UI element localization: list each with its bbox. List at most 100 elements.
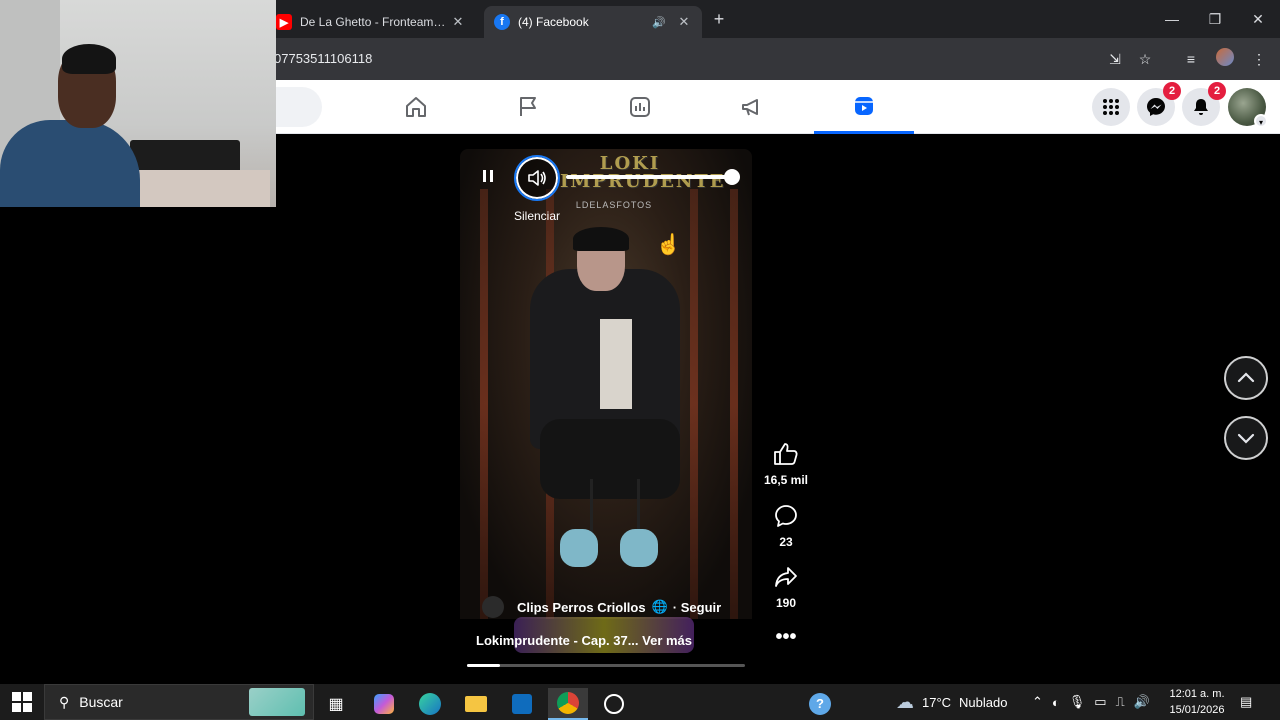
comment-icon bbox=[775, 505, 797, 527]
taskbar-search[interactable]: ⚲ Buscar bbox=[44, 684, 314, 720]
channel-avatar[interactable] bbox=[482, 596, 504, 618]
messenger-icon bbox=[1147, 98, 1165, 116]
chevron-up-icon bbox=[1237, 372, 1255, 383]
person-cap bbox=[573, 227, 629, 251]
webcam-person-body bbox=[0, 120, 140, 207]
recorder-icon[interactable] bbox=[594, 688, 634, 720]
notification-icon: ▤ bbox=[1240, 694, 1253, 709]
nav-pages[interactable] bbox=[478, 80, 578, 134]
dot-separator: · bbox=[672, 599, 681, 615]
facebook-icon: f bbox=[494, 14, 510, 30]
address-bar-url[interactable]: 07753511106118 bbox=[274, 51, 372, 66]
outlook-icon[interactable] bbox=[502, 688, 542, 720]
install-app-icon[interactable]: ⇲ bbox=[1104, 48, 1126, 70]
volume-icon[interactable]: 🔊 bbox=[1134, 694, 1150, 710]
pages-flag-icon bbox=[520, 97, 536, 116]
curtain-stripe bbox=[690, 189, 698, 619]
share-icon bbox=[775, 567, 797, 587]
video-progress-fill bbox=[467, 664, 501, 667]
menu-button[interactable] bbox=[1092, 88, 1130, 126]
search-icon: ⚲ bbox=[59, 693, 70, 710]
curtain-stripe bbox=[730, 189, 738, 619]
reel-caption[interactable]: Lokimprudente - Cap. 37... Ver más bbox=[476, 633, 692, 648]
messenger-button[interactable]: 2 bbox=[1137, 82, 1181, 126]
taskbar-search-label: Buscar bbox=[79, 694, 123, 710]
search-highlight-icon bbox=[249, 688, 305, 716]
next-reel-button[interactable] bbox=[1224, 416, 1268, 460]
more-dots-icon: ••• bbox=[775, 626, 797, 648]
tab-facebook[interactable]: f (4) Facebook 🔊 ✕ bbox=[484, 6, 702, 38]
nav-ads[interactable] bbox=[702, 80, 802, 134]
profile-avatar-icon[interactable] bbox=[1214, 48, 1236, 70]
browser-menu-icon[interactable]: ⋮ bbox=[1248, 48, 1270, 70]
reel-video[interactable]: LOKI IMPRUDENTE LDELASFOTOS Silenciar Cl… bbox=[460, 149, 752, 669]
taskbar-clock[interactable]: 12:01 a. m. 15/01/2026 bbox=[1160, 686, 1234, 718]
pause-icon bbox=[483, 170, 493, 182]
comments-count: 23 bbox=[779, 535, 793, 549]
globe-icon: 🌐 bbox=[651, 599, 668, 614]
tab-youtube[interactable]: ▶ De La Ghetto - Fronteamos Por ✕ bbox=[266, 6, 476, 38]
comment-action[interactable]: 23 bbox=[760, 504, 812, 549]
new-tab-button[interactable]: + bbox=[708, 8, 730, 30]
person-shirt bbox=[600, 319, 632, 409]
nav-reels[interactable] bbox=[814, 80, 914, 134]
chevron-down-icon: ▾ bbox=[1254, 114, 1268, 128]
thumbs-up-icon bbox=[774, 443, 798, 465]
pause-button[interactable] bbox=[478, 169, 498, 185]
webcam-blanket bbox=[120, 170, 270, 207]
likes-count: 16,5 mil bbox=[763, 473, 809, 487]
megaphone-icon bbox=[742, 99, 758, 116]
copilot-icon[interactable] bbox=[364, 688, 404, 720]
previous-reel-button[interactable] bbox=[1224, 356, 1268, 400]
tab-title: (4) Facebook bbox=[518, 15, 589, 29]
hand-cursor-icon: ☝ bbox=[656, 234, 681, 256]
speaker-icon bbox=[528, 170, 546, 186]
bell-icon bbox=[1194, 99, 1208, 115]
volume-button[interactable] bbox=[514, 155, 560, 201]
bookmark-star-icon[interactable]: ☆ bbox=[1134, 48, 1156, 70]
more-options-button[interactable]: ••• bbox=[760, 626, 812, 649]
like-action[interactable]: 16,5 mil bbox=[760, 442, 812, 487]
network-icon[interactable]: ⎍ bbox=[1116, 694, 1125, 710]
messenger-badge: 2 bbox=[1163, 82, 1181, 100]
reel-scene bbox=[460, 149, 752, 619]
video-progress-bar[interactable] bbox=[467, 664, 745, 667]
microphone-icon[interactable]: 🎙 bbox=[1069, 694, 1086, 710]
volume-slider[interactable] bbox=[566, 175, 736, 179]
close-window-button[interactable]: ✕ bbox=[1246, 8, 1270, 30]
weather-widget[interactable]: ☁ 17°C Nublado bbox=[896, 684, 1007, 720]
dashboard-icon bbox=[630, 97, 650, 117]
tab-title: De La Ghetto - Fronteamos Por bbox=[300, 15, 450, 29]
clock-date: 15/01/2026 bbox=[1169, 704, 1225, 716]
nav-dashboard[interactable] bbox=[590, 80, 690, 134]
account-avatar[interactable]: ▾ bbox=[1228, 88, 1268, 128]
speaker-icon[interactable]: 🔊 bbox=[652, 16, 666, 29]
follow-link[interactable]: Seguir bbox=[681, 600, 721, 615]
minimize-button[interactable]: — bbox=[1160, 8, 1184, 30]
close-tab-icon[interactable]: ✕ bbox=[450, 14, 466, 30]
notifications-button[interactable]: 2 bbox=[1182, 82, 1226, 126]
notifications-center[interactable]: ▤ bbox=[1240, 684, 1252, 720]
volume-slider-knob[interactable] bbox=[724, 169, 740, 185]
person-shoe bbox=[620, 529, 658, 567]
task-view-icon[interactable]: ▦ bbox=[316, 688, 356, 720]
file-explorer-icon[interactable] bbox=[456, 688, 496, 720]
help-icon[interactable]: ? bbox=[800, 688, 840, 720]
display-icon[interactable]: ▭ bbox=[1094, 694, 1106, 710]
channel-name[interactable]: Clips Perros Criollos bbox=[517, 600, 646, 615]
share-action[interactable]: 190 bbox=[760, 565, 812, 610]
reels-icon bbox=[855, 96, 873, 115]
webcam-overlay bbox=[0, 0, 276, 207]
watermark-sub: LDELASFOTOS bbox=[575, 200, 653, 210]
close-tab-icon[interactable]: ✕ bbox=[676, 14, 692, 30]
chevron-up-icon[interactable]: ⌃ bbox=[1032, 694, 1043, 710]
chrome-tray-icon[interactable]: ◐ bbox=[1052, 695, 1060, 710]
person-shoe bbox=[560, 529, 598, 567]
edge-icon[interactable] bbox=[410, 688, 450, 720]
windows-start-icon[interactable] bbox=[12, 692, 32, 712]
nav-home[interactable] bbox=[366, 80, 466, 134]
media-control-icon[interactable]: ≡ bbox=[1180, 48, 1202, 70]
chrome-icon[interactable] bbox=[548, 688, 588, 720]
shares-count: 190 bbox=[775, 596, 797, 610]
restore-button[interactable]: ❐ bbox=[1203, 8, 1227, 30]
